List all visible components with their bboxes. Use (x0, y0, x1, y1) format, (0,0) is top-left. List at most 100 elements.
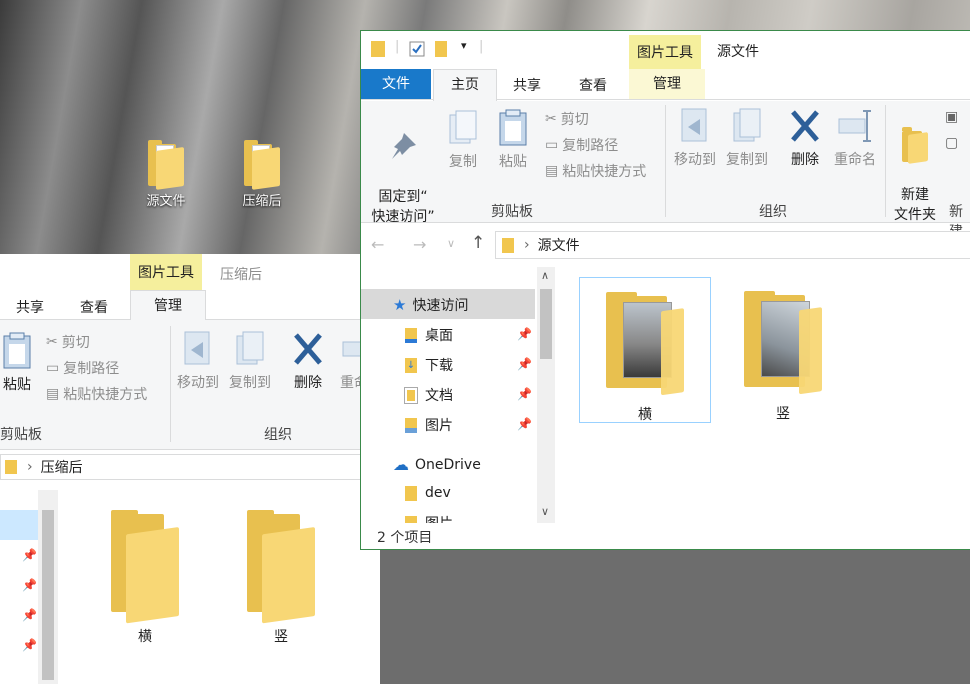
file-item-selected[interactable]: 横 (579, 277, 711, 423)
organize-group-label: 组织 (759, 204, 787, 220)
new-folder-icon (902, 127, 928, 164)
address-bar[interactable]: › 压缩后 (0, 454, 380, 480)
cut-button[interactable]: ✂ 剪切 (545, 109, 589, 129)
rename-button[interactable]: 重命名 (829, 107, 881, 169)
folder-icon (405, 515, 417, 523)
file-name: 竖 (776, 406, 790, 422)
pin-to-quick-access-button[interactable]: 固定到“ 快速访问” (367, 111, 439, 227)
paste-button[interactable]: 粘贴 (0, 332, 34, 394)
window-title: 压缩后 (220, 267, 262, 283)
copy-to-label: 复制到 (229, 375, 271, 391)
paste-shortcut-button[interactable]: ▤ 粘贴快捷方式 (46, 384, 147, 404)
new-folder-qat-icon[interactable] (435, 41, 447, 57)
address-bar[interactable]: › 源文件 (495, 231, 970, 259)
star-icon: ★ (393, 296, 407, 314)
nav-item-label: 图片 (425, 515, 453, 523)
tab-manage[interactable]: 管理 (130, 290, 206, 321)
tab-view[interactable]: 查看 (579, 75, 607, 95)
address-path: 压缩后 (40, 460, 83, 476)
copy-to-button[interactable]: 复制到 (723, 107, 771, 169)
context-group-picture-tools: 图片工具 (130, 254, 202, 290)
up-arrow-icon[interactable]: ↑ (471, 233, 485, 253)
explorer-window-compressed: 图片工具 压缩后 共享 查看 管理 粘贴 ✂ 剪切 ▭ 复制路径 ▤ 粘贴快捷方式 剪… (0, 254, 380, 684)
folder-icon (247, 510, 315, 624)
new-folder-button[interactable]: 新建 文件夹 (889, 107, 941, 225)
nav-item-label: dev (425, 485, 451, 501)
copy-path-icon: ▭ (46, 360, 60, 376)
easy-access-button[interactable]: ▢ (945, 135, 958, 151)
nav-item-quick-access[interactable]: ★ 快速访问 (393, 295, 468, 315)
tab-file[interactable]: 文件 (361, 69, 431, 99)
tab-view[interactable]: 查看 (80, 297, 108, 317)
recent-locations-chevron-icon[interactable]: ∨ (447, 237, 455, 250)
copy-path-button[interactable]: ▭ 复制路径 (545, 135, 618, 155)
nav-item-label: 图片 (425, 418, 453, 434)
qat-dropdown-icon[interactable]: ▾ (461, 39, 467, 52)
desktop-icon-label: 源文件 (146, 194, 186, 209)
nav-item-documents[interactable]: 文档 (404, 385, 453, 405)
file-item[interactable]: 竖 (236, 510, 326, 646)
scrollbar-thumb[interactable] (42, 510, 54, 680)
paste-button[interactable]: 粘贴 (493, 109, 533, 171)
nav-selected-item[interactable] (0, 510, 38, 540)
clipboard-group-label: 剪贴板 (491, 204, 533, 220)
clipboard-group-label: 剪贴板 (0, 427, 42, 443)
nav-scrollbar[interactable] (38, 490, 58, 684)
file-name: 横 (638, 407, 652, 423)
copy-button[interactable]: 复制 (443, 109, 483, 171)
copy-path-icon: ▭ (545, 137, 559, 153)
nav-item-downloads[interactable]: ↓ 下载 (405, 355, 453, 375)
cut-button[interactable]: ✂ 剪切 (46, 332, 90, 352)
move-to-button[interactable]: 移动到 (174, 330, 222, 392)
delete-x-icon (294, 333, 322, 365)
chevron-right-icon: › (27, 459, 33, 475)
pin-icon[interactable]: 📌 (517, 357, 532, 371)
pin-to-quick-access-label: 固定到“ 快速访问” (371, 189, 435, 225)
delete-button[interactable]: 删除 (286, 330, 330, 392)
tab-share[interactable]: 共享 (16, 297, 44, 317)
scroll-up-icon[interactable]: ∧ (541, 269, 549, 282)
delete-button[interactable]: 删除 (783, 107, 827, 169)
properties-icon[interactable] (409, 41, 425, 57)
forward-arrow-icon[interactable]: → (413, 235, 426, 254)
nav-item-desktop[interactable]: 桌面 (405, 325, 453, 345)
copy-to-button[interactable]: 复制到 (226, 330, 274, 392)
nav-item-pictures-2[interactable]: 图片 (405, 515, 525, 523)
pin-icon: 📌 (22, 548, 37, 562)
scrollbar-thumb[interactable] (540, 289, 552, 359)
new-item-button[interactable]: ▣ (945, 109, 958, 125)
folder-icon[interactable] (371, 41, 385, 57)
paste-shortcut-button[interactable]: ▤ 粘贴快捷方式 (545, 161, 646, 181)
context-group-picture-tools: 图片工具 (629, 35, 701, 69)
copy-path-button[interactable]: ▭ 复制路径 (46, 358, 119, 378)
tab-share[interactable]: 共享 (513, 75, 541, 95)
tab-home[interactable]: 主页 (433, 69, 497, 101)
desktop-icon-compressed[interactable]: 压缩后 (230, 140, 294, 209)
desktop-icon-source[interactable]: 源文件 (134, 140, 198, 209)
nav-item-onedrive[interactable]: ☁ OneDrive (393, 455, 481, 474)
copy-to-label: 复制到 (726, 152, 768, 168)
file-item[interactable]: 横 (100, 510, 190, 646)
nav-item-dev[interactable]: dev (405, 485, 451, 501)
folder-icon (244, 140, 280, 190)
new-folder-label: 新建 文件夹 (894, 187, 936, 223)
folder-thumbnail-icon (744, 291, 822, 395)
file-item[interactable]: 竖 (717, 277, 849, 423)
pin-icon[interactable]: 📌 (517, 327, 532, 341)
status-item-count: 2 个项目 (377, 530, 433, 546)
scroll-down-icon[interactable]: ∨ (541, 505, 549, 518)
new-item-icon: ▣ (945, 109, 959, 125)
move-to-button[interactable]: 移动到 (671, 107, 719, 169)
nav-scrollbar[interactable]: ∧ ∨ (537, 267, 555, 523)
cut-label: 剪切 (61, 335, 90, 351)
folder-icon (5, 460, 17, 474)
qat-divider: | (395, 39, 400, 54)
pin-icon[interactable]: 📌 (517, 417, 532, 431)
scissors-icon: ✂ (545, 111, 557, 127)
nav-item-pictures[interactable]: 图片 (405, 415, 453, 435)
copy-label: 复制 (449, 154, 477, 170)
tab-manage[interactable]: 管理 (629, 69, 705, 99)
back-arrow-icon[interactable]: ← (371, 235, 384, 254)
pin-icon[interactable]: 📌 (517, 387, 532, 401)
easy-access-icon: ▢ (945, 135, 959, 151)
